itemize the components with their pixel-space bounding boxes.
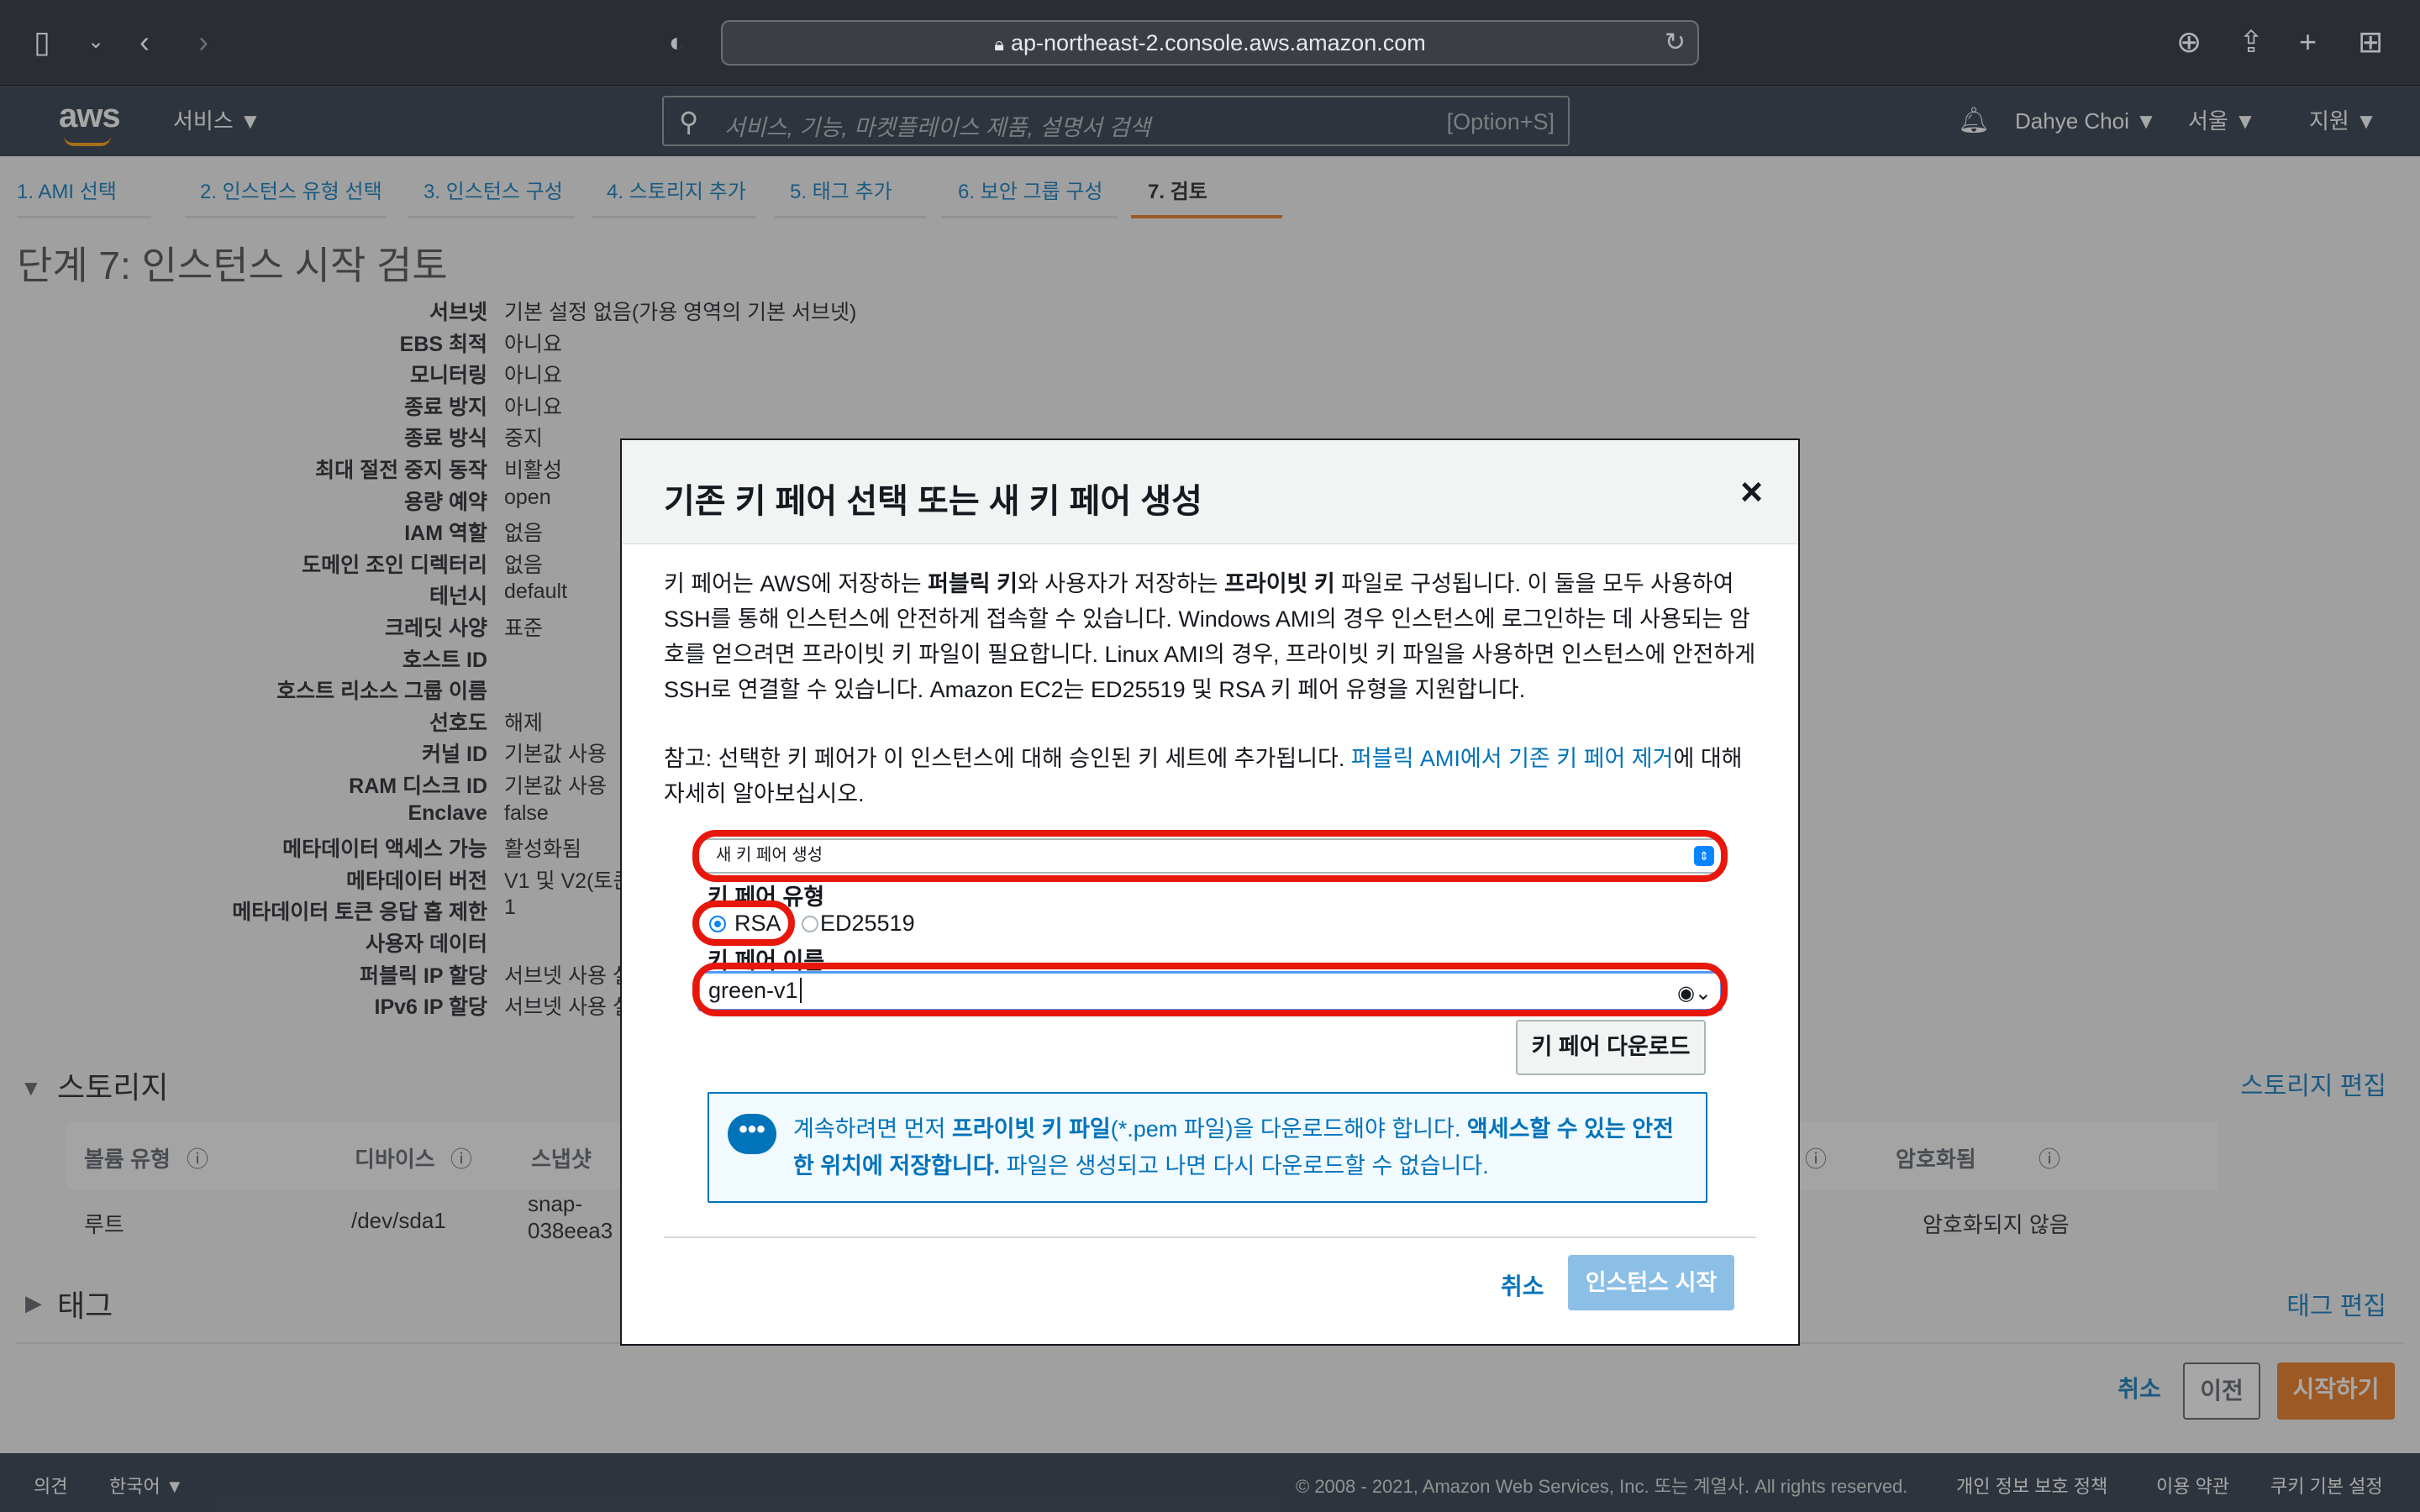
ed25519-label[interactable]: ED25519 xyxy=(820,911,915,937)
info-part: 계속하려면 먼저 xyxy=(793,1116,952,1142)
download-icon[interactable]: ⊕ xyxy=(2176,25,2202,59)
modal-description: 키 페어는 AWS에 저장하는 퍼블릭 키와 사용자가 저장하는 프라이빗 키 … xyxy=(664,566,1756,811)
modal-divider xyxy=(664,1236,1756,1238)
download-key-pair-button[interactable]: 키 페어 다운로드 xyxy=(1516,1020,1706,1075)
public-key-term: 퍼블릭 키 xyxy=(928,571,1018,596)
reload-icon[interactable]: ↻ xyxy=(1665,22,1686,64)
privacy-shield-icon[interactable]: ◐ xyxy=(669,25,685,59)
highlight-rsa xyxy=(692,900,795,946)
forward-icon[interactable]: › xyxy=(198,25,208,59)
chevron-down-icon[interactable]: ⌄ xyxy=(87,25,104,59)
private-key-term: 프라이빗 키 xyxy=(1224,571,1335,596)
modal-cancel-button[interactable]: 취소 xyxy=(1501,1268,1544,1302)
close-icon[interactable]: × xyxy=(1740,472,1763,511)
info-part: (*.pem 파일)을 다운로드해야 합니다. xyxy=(1110,1116,1467,1142)
info-bold: 프라이빗 키 파일 xyxy=(951,1116,1111,1142)
para-text: 키 페어는 AWS에 저장하는 xyxy=(664,571,929,596)
highlight-select xyxy=(692,830,1728,882)
info-text: 계속하려면 먼저 프라이빗 키 파일(*.pem 파일)을 다운로드해야 합니다… xyxy=(793,1110,1692,1184)
address-bar[interactable]: 🔒︎ ap-northeast-2.console.aws.amazon.com … xyxy=(721,20,1699,66)
new-tab-icon[interactable]: + xyxy=(2299,25,2317,59)
browser-toolbar: ▯ ⌄ ‹ › ◐ 🔒︎ ap-northeast-2.console.aws.a… xyxy=(0,0,2420,86)
lock-icon: 🔒︎ xyxy=(994,34,1004,55)
url-text: ap-northeast-2.console.aws.amazon.com xyxy=(1010,30,1426,55)
share-icon[interactable]: ⇪ xyxy=(2238,25,2264,59)
note-text: 참고: 선택한 키 페어가 이 인스턴스에 대해 승인된 키 세트에 추가됩니다… xyxy=(664,746,1351,771)
back-icon[interactable]: ‹ xyxy=(139,25,150,59)
para-text: 와 사용자가 저장하는 xyxy=(1017,571,1225,596)
info-alert: ••• 계속하려면 먼저 프라이빗 키 파일(*.pem 파일)을 다운로드해야… xyxy=(708,1092,1707,1203)
remove-key-pair-link[interactable]: 퍼블릭 AMI에서 기존 키 페어 제거 xyxy=(1351,746,1674,771)
info-part: 파일은 생성되고 나면 다시 다운로드할 수 없습니다. xyxy=(1000,1153,1489,1179)
ed25519-radio[interactable] xyxy=(802,916,818,932)
sidebar-toggle-icon[interactable]: ▯ xyxy=(34,25,50,59)
tab-overview-icon[interactable]: ⊞ xyxy=(2358,25,2383,59)
highlight-key-name xyxy=(692,963,1728,1016)
modal-header: 기존 키 페어 선택 또는 새 키 페어 생성 × xyxy=(622,440,1798,544)
launch-instance-button[interactable]: 인스턴스 시작 xyxy=(1568,1255,1734,1310)
chat-info-icon: ••• xyxy=(728,1114,776,1154)
key-pair-modal: 기존 키 페어 선택 또는 새 키 페어 생성 × 키 페어는 AWS에 저장하… xyxy=(620,438,1800,1346)
modal-title: 기존 키 페어 선택 또는 새 키 페어 생성 xyxy=(664,483,1202,520)
